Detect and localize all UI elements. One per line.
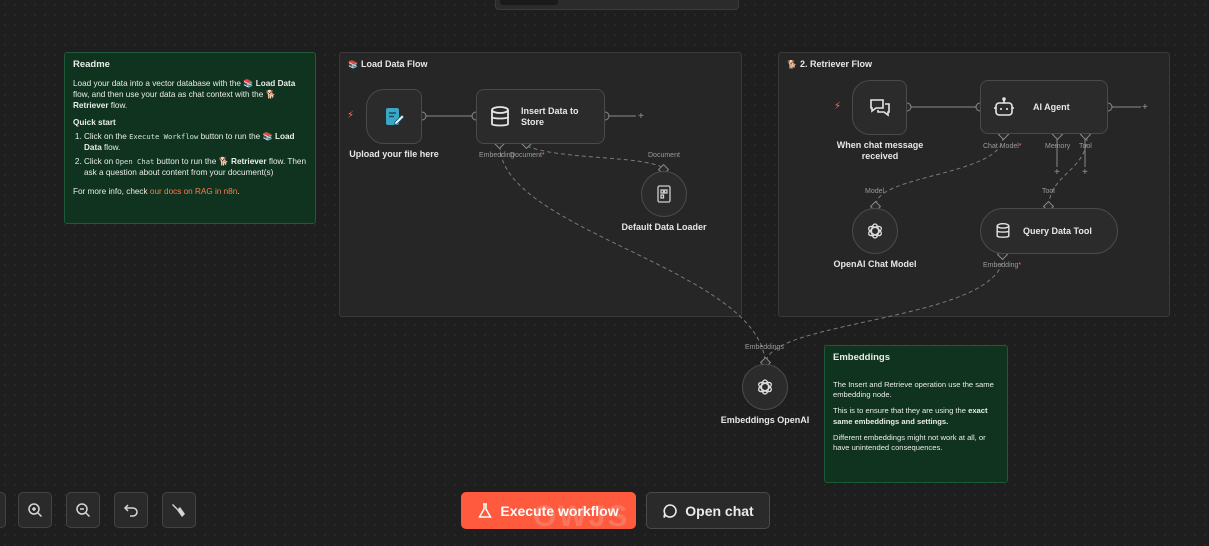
embeddings-note-p2: This is to ensure that they are using th…: [833, 406, 999, 427]
openai-icon: [755, 377, 775, 397]
embeddings-note-p3: Different embeddings might not work at a…: [833, 432, 986, 453]
embeddings-openai-node[interactable]: [742, 364, 788, 410]
connection-embedding-insert: [499, 145, 766, 363]
query-data-tool-node[interactable]: Query Data Tool: [980, 208, 1118, 254]
embeddings-port-label: Embeddings: [745, 344, 784, 351]
openai-chat-model-label: OpenAI Chat Model: [833, 259, 917, 269]
undo-icon: [123, 504, 138, 517]
loader-document-port-label: Document: [648, 152, 680, 159]
upload-node-label: Upload your file here: [349, 149, 439, 159]
openai-chat-model-node[interactable]: [852, 208, 898, 254]
insert-node-label: Insert Data to Store: [521, 105, 579, 127]
add-memory-plus-icon[interactable]: +: [1054, 167, 1060, 178]
undo-button[interactable]: [114, 492, 148, 528]
form-icon: [383, 106, 405, 128]
openai-icon: [865, 221, 885, 241]
loader-node-label: Default Data Loader: [621, 222, 707, 232]
add-node-plus-icon[interactable]: +: [1142, 102, 1148, 113]
chat-trigger-label: When chat message received: [836, 140, 924, 161]
chat-bubble-icon: [663, 503, 678, 518]
ai-agent-label: AI Agent: [1033, 101, 1070, 112]
zoom-in-icon: [28, 503, 43, 518]
openai-model-port-label: Model: [865, 188, 885, 195]
query-embedding-label: Embedding: [983, 262, 1019, 269]
required-marker: *: [1018, 143, 1022, 150]
agent-chatmodel-port-label: Chat Model*: [983, 143, 1022, 150]
embeddings-openai-label: Embeddings OpenAI: [720, 415, 810, 425]
database-icon: [995, 222, 1011, 240]
chat-trigger-node[interactable]: [852, 80, 907, 135]
ai-agent-node[interactable]: AI Agent: [980, 80, 1108, 134]
trigger-bolt-icon: ⚡: [347, 110, 355, 121]
query-embedding-port-label: Embedding*: [983, 262, 1021, 269]
trigger-bolt-icon: ⚡: [834, 101, 842, 112]
zoom-in-button[interactable]: [18, 492, 52, 528]
open-chat-label: Open chat: [685, 502, 754, 519]
watermark-logo: OWJS: [533, 500, 630, 533]
tidy-up-button[interactable]: [162, 492, 196, 528]
open-chat-button[interactable]: Open chat: [646, 492, 770, 529]
query-data-tool-label: Query Data Tool: [1023, 225, 1092, 236]
insert-data-node[interactable]: Insert Data to Store: [476, 89, 605, 144]
zoom-out-icon: [76, 503, 91, 518]
zoom-out-button[interactable]: [66, 492, 100, 528]
fit-view-button[interactable]: [0, 492, 6, 528]
connection-document-loader: [526, 145, 665, 169]
add-tool-plus-icon[interactable]: +: [1082, 167, 1088, 178]
robot-icon: [993, 97, 1015, 117]
add-node-plus-icon[interactable]: +: [638, 111, 644, 122]
default-data-loader-node[interactable]: [641, 171, 687, 217]
upload-file-node[interactable]: [366, 89, 422, 144]
required-marker: *: [541, 152, 545, 159]
p2-text: This is to ensure that they are using th…: [833, 406, 966, 416]
embeddings-note-p1: The Insert and Retrieve operation use th…: [833, 379, 994, 400]
query-tool-port-label: Tool: [1042, 188, 1055, 195]
agent-memory-port-label: Memory: [1045, 143, 1071, 150]
agent-tool-port-label: Tool: [1079, 143, 1092, 150]
agent-chatmodel-label: Chat Model: [983, 143, 1019, 150]
required-marker: *: [1018, 262, 1022, 269]
flask-icon: [478, 502, 493, 518]
file-icon: [656, 185, 672, 203]
embeddings-sticky-note[interactable]: Embeddings The Insert and Retrieve opera…: [824, 345, 1008, 483]
insert-document-port-label: Document*: [510, 152, 545, 159]
chat-icon: [868, 97, 892, 119]
insert-document-label: Document: [510, 152, 542, 159]
broom-icon: [172, 504, 185, 517]
embeddings-note-title: Embeddings: [833, 352, 891, 363]
database-icon: [489, 105, 511, 129]
